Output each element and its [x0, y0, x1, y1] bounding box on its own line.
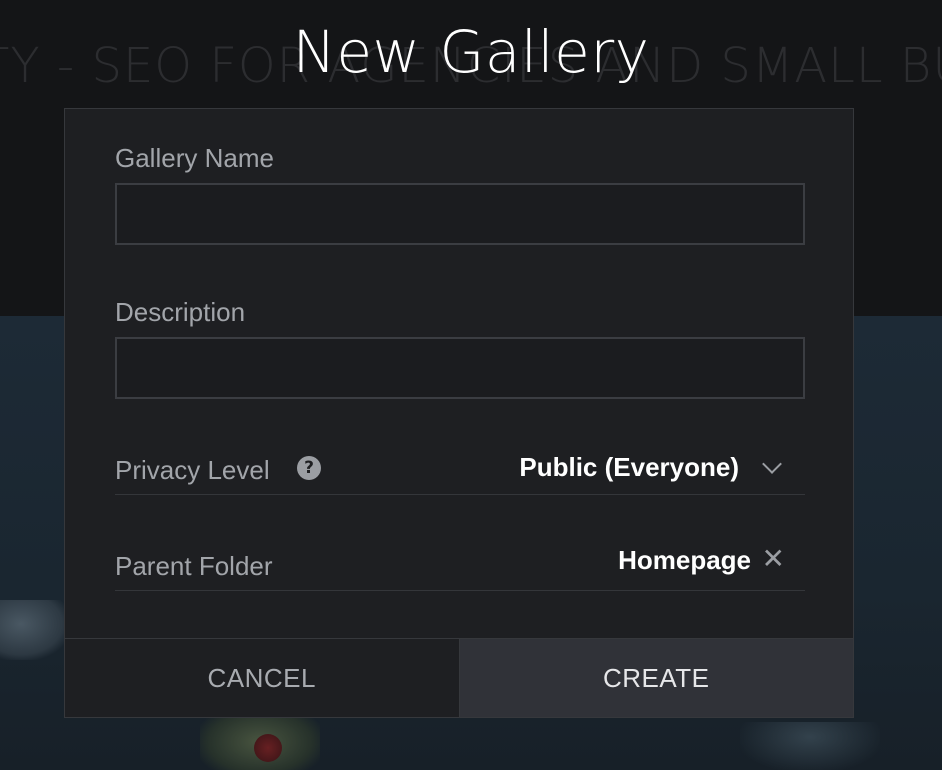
parent-folder-row: Parent Folder Homepage ✕ [115, 535, 805, 591]
dialog-title: New Gallery [292, 18, 650, 86]
close-icon[interactable]: ✕ [762, 545, 785, 573]
help-icon[interactable]: ? [297, 456, 321, 480]
description-label: Description [115, 297, 246, 327]
dialog-footer: CANCEL CREATE [65, 638, 853, 717]
new-gallery-dialog: Gallery Name Description Privacy Level ?… [64, 108, 854, 718]
parent-folder-value: Homepage [618, 545, 751, 575]
privacy-level-label: Privacy Level [115, 455, 270, 485]
privacy-level-select[interactable]: Public (Everyone) [519, 452, 739, 483]
background-image-fragment [740, 722, 880, 770]
parent-folder-label: Parent Folder [115, 551, 273, 581]
screen: TY - SEO FOR AGENCIES AND SMALL BUSINESS… [0, 0, 942, 770]
privacy-level-row: Privacy Level ? Public (Everyone) [115, 439, 805, 495]
background-image-fragment [0, 600, 70, 660]
gallery-name-label: Gallery Name [115, 143, 274, 173]
description-input[interactable] [115, 337, 805, 399]
cancel-button[interactable]: CANCEL [65, 639, 460, 717]
chevron-down-icon[interactable] [762, 454, 782, 474]
gallery-name-input[interactable] [115, 183, 805, 245]
background-image-detail [254, 734, 282, 762]
create-button[interactable]: CREATE [459, 639, 853, 717]
background-image-fragment [200, 718, 320, 770]
